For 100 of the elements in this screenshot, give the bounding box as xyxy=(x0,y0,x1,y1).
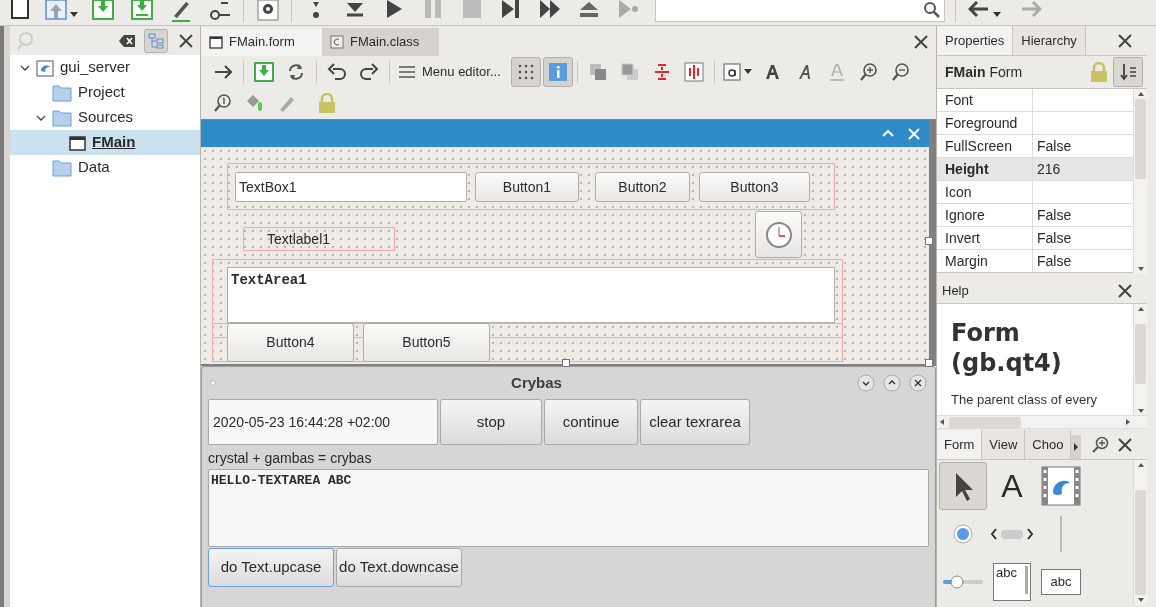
zoom-in-icon[interactable] xyxy=(858,61,879,82)
folder-icon xyxy=(52,157,72,178)
property-value: False xyxy=(1037,205,1072,225)
form-button[interactable]: Button3 xyxy=(699,172,810,202)
radio-icon xyxy=(953,524,973,544)
property-row[interactable]: Foreground xyxy=(937,112,1133,135)
zoom-in-icon[interactable] xyxy=(1091,436,1109,454)
toolbox-tab[interactable]: View xyxy=(982,430,1026,459)
scrollbar[interactable] xyxy=(1133,89,1147,274)
datetime-field[interactable]: 2020-05-23 16:44:28 +02:00 xyxy=(208,399,438,445)
document-icon[interactable] xyxy=(8,0,31,22)
tree-icon xyxy=(148,32,164,49)
close-icon[interactable] xyxy=(1117,282,1133,299)
tree-item[interactable]: Data xyxy=(10,155,200,180)
window-button[interactable]: clear texrarea xyxy=(640,399,750,445)
property-row[interactable]: Invert False xyxy=(937,227,1133,250)
toolbox-item[interactable]: A xyxy=(988,462,1036,510)
property-row[interactable]: Font xyxy=(937,89,1133,112)
tree-item[interactable]: gui_server xyxy=(10,55,200,80)
save-all-icon[interactable] xyxy=(130,0,153,22)
close-icon[interactable] xyxy=(1117,437,1133,453)
resize-handle[interactable] xyxy=(562,359,570,367)
panel-tab[interactable]: Hierarchy xyxy=(1013,26,1086,55)
redo-icon[interactable] xyxy=(359,61,379,82)
scrollbar[interactable] xyxy=(937,415,1147,429)
property-row[interactable]: FullScreen False xyxy=(937,135,1133,158)
separator-icon xyxy=(1059,516,1063,552)
folder-icon xyxy=(52,107,72,128)
font-icon[interactable] xyxy=(722,61,741,82)
property-row[interactable]: Margin False xyxy=(937,250,1133,272)
tab-scroll-icon[interactable] xyxy=(1071,435,1082,459)
container-outline[interactable] xyxy=(227,163,835,210)
grid-toggle[interactable] xyxy=(510,56,541,87)
close-icon[interactable] xyxy=(913,34,929,50)
close-icon[interactable] xyxy=(1117,33,1133,49)
form-timer[interactable] xyxy=(755,211,802,258)
tree-item[interactable]: FMain xyxy=(10,130,200,155)
undo-icon[interactable] xyxy=(327,61,347,82)
window-button[interactable]: stop xyxy=(440,399,542,445)
window-icon xyxy=(209,35,223,49)
zoom-normal-icon[interactable] xyxy=(213,92,233,113)
toolbox-item[interactable]: abc xyxy=(1037,558,1085,605)
settings-icon[interactable] xyxy=(256,0,279,22)
help-text: The parent class of every xyxy=(951,391,1098,409)
property-row[interactable]: Height 216 xyxy=(937,158,1133,181)
resize-handle[interactable] xyxy=(925,237,933,245)
property-value: False xyxy=(1037,228,1072,248)
scrollbar[interactable] xyxy=(1133,304,1147,416)
property-name: Icon xyxy=(945,182,972,202)
save-icon[interactable] xyxy=(91,0,114,22)
property-name: Foreground xyxy=(945,113,1018,133)
form-button[interactable]: Button4 xyxy=(227,323,354,362)
info-toggle[interactable] xyxy=(542,56,573,87)
form-button[interactable]: Button5 xyxy=(363,323,490,362)
class-icon xyxy=(330,35,344,49)
property-value: False xyxy=(1037,251,1072,271)
pencil-icon[interactable] xyxy=(169,0,192,22)
form-textarea[interactable]: TextArea1 xyxy=(227,267,835,323)
property-value: 216 xyxy=(1037,159,1061,179)
slider-icon xyxy=(942,572,984,592)
sort-toggle[interactable] xyxy=(1113,57,1143,87)
sort-icon xyxy=(1119,63,1137,81)
center-vertical-icon[interactable] xyxy=(683,61,704,82)
form-label[interactable]: Textlabel1 xyxy=(243,227,395,251)
editor-tab[interactable]: FMain.form xyxy=(201,28,322,56)
save-icon[interactable] xyxy=(254,61,274,82)
property-name: Font xyxy=(945,90,973,110)
object-class: Form xyxy=(989,62,1023,82)
form-button[interactable]: Button1 xyxy=(475,172,579,202)
form-textbox[interactable]: TextBox1 xyxy=(235,172,467,202)
refresh-icon[interactable] xyxy=(286,61,306,82)
search-field[interactable] xyxy=(655,0,945,22)
minimize-icon[interactable] xyxy=(857,374,875,392)
property-name: Ignore xyxy=(945,205,985,225)
property-row[interactable]: Icon xyxy=(937,181,1133,204)
close-icon[interactable] xyxy=(909,374,927,392)
textarea[interactable]: HELLO-TEXTAREA ABC xyxy=(208,469,929,547)
toolbox-item[interactable] xyxy=(939,462,987,510)
window-button[interactable]: do Text.downcase xyxy=(336,548,462,587)
tree-item[interactable]: Project xyxy=(10,80,200,105)
close-icon[interactable] xyxy=(178,32,194,49)
help-title: Help xyxy=(942,281,969,300)
zoom-out-icon[interactable] xyxy=(890,61,911,82)
key-icon[interactable] xyxy=(208,0,231,22)
window-button[interactable]: continue xyxy=(544,399,638,445)
resize-handle[interactable] xyxy=(925,359,933,367)
tree-view-toggle[interactable] xyxy=(144,28,168,53)
scrollbar[interactable] xyxy=(1133,460,1147,605)
search-icon[interactable] xyxy=(922,1,940,19)
menu-editor-button[interactable]: Menu editor... xyxy=(394,57,505,86)
tree-item[interactable]: Sources xyxy=(10,105,200,130)
window-button[interactable]: do Text.upcase xyxy=(208,548,334,587)
toolbox-tab[interactable]: Choo xyxy=(1025,430,1072,459)
bring-front-icon[interactable] xyxy=(587,61,608,82)
panel-tab[interactable]: Properties xyxy=(937,26,1014,55)
toolbox-tab[interactable]: Form xyxy=(937,430,983,459)
property-row[interactable]: Ignore False xyxy=(937,204,1133,227)
form-button[interactable]: Button2 xyxy=(595,172,690,202)
editor-tab[interactable]: FMain.class xyxy=(322,28,439,56)
maximize-icon[interactable] xyxy=(883,374,901,392)
